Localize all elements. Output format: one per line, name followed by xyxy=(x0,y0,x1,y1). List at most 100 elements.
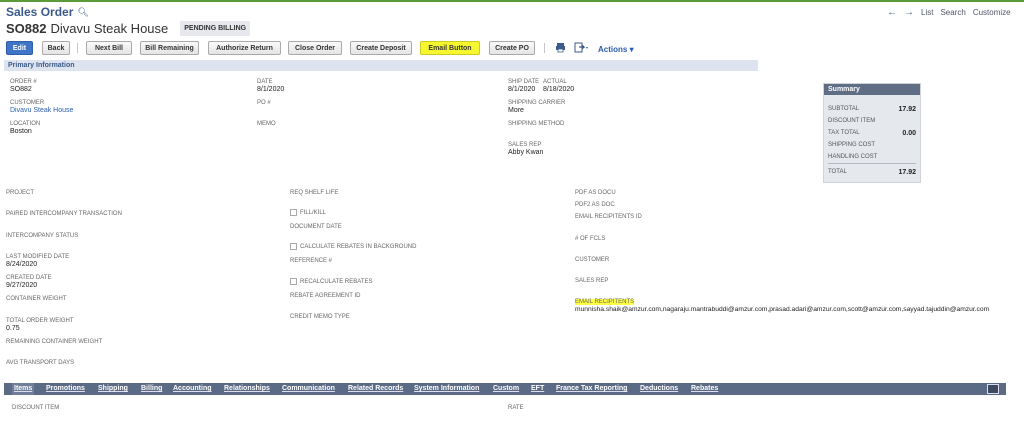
tab-accounting[interactable]: Accounting xyxy=(173,383,212,395)
top-right-nav: ← → List Search Customize xyxy=(887,7,1011,18)
create-po-button[interactable]: Create PO xyxy=(489,41,535,55)
primary-information-header[interactable]: Primary Information xyxy=(4,60,758,71)
location-label: LOCATION xyxy=(10,121,41,127)
customer-link[interactable]: Divavu Steak House xyxy=(10,107,73,114)
customer-label-2: CUSTOMER xyxy=(575,257,610,263)
record-number: SO882 xyxy=(6,21,47,36)
tab-france-tax-reporting[interactable]: France Tax Reporting xyxy=(556,383,627,395)
total-value: 17.92 xyxy=(898,169,916,176)
edit-button[interactable]: Edit xyxy=(6,41,33,55)
project-label: PROJECT xyxy=(6,190,35,196)
top-accent-line xyxy=(0,0,1024,2)
handling-cost-label: HANDLING COST xyxy=(828,154,878,160)
actual-label: ACTUAL xyxy=(543,79,567,85)
search-link[interactable]: Search xyxy=(940,8,965,17)
last-modified-label: LAST MODIFIED DATE xyxy=(6,254,70,260)
forward-arrow-icon[interactable]: → xyxy=(904,7,914,18)
tab-shipping[interactable]: Shipping xyxy=(98,383,128,395)
total-order-weight-value: 0.75 xyxy=(6,325,20,332)
tab-relationships[interactable]: Relationships xyxy=(224,383,270,395)
actions-label: Actions xyxy=(598,45,628,54)
shipping-carrier-label: SHIPPING CARRIER xyxy=(508,100,566,106)
shipping-carrier-value: More xyxy=(508,107,524,114)
actual-date-value: 8/18/2020 xyxy=(543,86,575,93)
created-date-value: 9/27/2020 xyxy=(6,282,38,289)
recalculate-rebates-checkbox[interactable] xyxy=(290,278,297,285)
status-badge: PENDING BILLING xyxy=(180,21,251,36)
date-label: DATE xyxy=(257,79,273,85)
tax-row: TAX TOTAL 0.00 xyxy=(828,130,916,137)
rebate-agreement-label: REBATE AGREEMENT ID xyxy=(290,293,361,299)
tab-related-records[interactable]: Related Records xyxy=(348,383,403,395)
collapse-icon[interactable] xyxy=(987,384,999,394)
number-of-fcls-label: # OF FCLS xyxy=(575,236,606,242)
tab-billing[interactable]: Billing xyxy=(141,383,162,395)
ship-date-label: SHIP DATE xyxy=(508,79,540,85)
record-name: Divavu Steak House xyxy=(50,21,169,36)
back-button[interactable]: Back xyxy=(42,41,70,55)
req-shelf-life-label: REQ SHELF LIFE xyxy=(290,190,339,196)
summary-box: Summary SUBTOTAL 17.92 DISCOUNT ITEM TAX … xyxy=(823,83,921,183)
tab-deductions[interactable]: Deductions xyxy=(640,383,678,395)
subtotal-row: SUBTOTAL 17.92 xyxy=(828,106,916,113)
tab-items[interactable]: Items xyxy=(12,383,35,395)
last-modified-value: 8/24/2020 xyxy=(6,261,38,268)
paired-intercompany-label: PAIRED INTERCOMPANY TRANSACTION xyxy=(6,211,122,217)
tab-rebates[interactable]: Rebates xyxy=(691,383,718,395)
fill-kill-field: FILL/KILL xyxy=(290,209,326,216)
tab-promotions[interactable]: Promotions xyxy=(46,383,85,395)
total-order-weight-label: TOTAL ORDER WEIGHT xyxy=(6,318,74,324)
search-icon[interactable]: 🔍︎ xyxy=(77,7,88,18)
email-recipients-label: EMAIL RECIPITENTS xyxy=(575,299,635,305)
discount-item-label: DISCOUNT ITEM xyxy=(828,118,876,124)
bill-remaining-button[interactable]: Bill Remaining xyxy=(140,41,199,55)
email-recipients-value: munnisha.shaik@amzur.com,nagaraju.mantra… xyxy=(575,306,990,313)
customize-link[interactable]: Customize xyxy=(973,8,1011,17)
authorize-return-button[interactable]: Authorize Return xyxy=(208,41,281,55)
record-type-header: Sales Order 🔍︎ xyxy=(6,5,89,19)
toolbar-divider xyxy=(544,43,545,53)
tab-eft[interactable]: EFT xyxy=(531,383,544,395)
location-value: Boston xyxy=(10,128,32,135)
document-date-label: DOCUMENT DATE xyxy=(290,224,342,230)
intercompany-status-label: INTERCOMPANY STATUS xyxy=(6,233,79,239)
order-number-label: ORDER # xyxy=(10,79,37,85)
date-value: 8/1/2020 xyxy=(257,86,285,93)
tab-communication[interactable]: Communication xyxy=(282,383,335,395)
fill-kill-label: FILL/KILL xyxy=(300,209,327,216)
record-type-title: Sales Order xyxy=(6,5,74,19)
total-row: TOTAL 17.92 xyxy=(828,169,916,176)
print-icon[interactable] xyxy=(555,42,566,55)
tax-total-value: 0.00 xyxy=(902,130,916,137)
handling-row: HANDLING COST xyxy=(828,154,916,160)
create-deposit-button[interactable]: Create Deposit xyxy=(350,41,412,55)
sales-rep-label: SALES REP xyxy=(508,142,542,148)
fill-kill-checkbox[interactable] xyxy=(290,209,297,216)
summary-title: Summary xyxy=(824,84,920,95)
calculate-rebates-checkbox[interactable] xyxy=(290,243,297,250)
next-bill-button[interactable]: Next Bill xyxy=(86,41,132,55)
chevron-down-icon: ▾ xyxy=(629,45,634,54)
tab-custom[interactable]: Custom xyxy=(493,383,519,395)
shipping-row: SHIPPING COST xyxy=(828,142,916,148)
container-weight-label: CONTAINER WEIGHT xyxy=(6,296,67,302)
close-order-button[interactable]: Close Order xyxy=(288,41,342,55)
subtab-bar: Items Promotions Shipping Billing Accoun… xyxy=(4,383,1006,395)
avg-transport-days-label: AVG TRANSPORT DAYS xyxy=(6,360,75,366)
record-heading: SO882 Divavu Steak House PENDING BILLING xyxy=(6,21,251,36)
email-button[interactable]: Email Button xyxy=(420,41,480,55)
actions-menu[interactable]: Actions ▾ xyxy=(598,45,634,54)
created-date-label: CREATED DATE xyxy=(6,275,52,281)
tab-system-information[interactable]: System Information xyxy=(414,383,479,395)
document-menu-icon[interactable] xyxy=(574,42,590,55)
list-link[interactable]: List xyxy=(921,8,933,17)
pdf-as-docu-label: PDF AS DOCU xyxy=(575,190,616,196)
total-label: TOTAL xyxy=(828,169,847,175)
customer-label: CUSTOMER xyxy=(10,100,45,106)
memo-label: MEMO xyxy=(257,121,276,127)
pdf2-as-doc-label: PDF2 AS DOC xyxy=(575,202,615,208)
discount-item-column-label: DISCOUNT ITEM xyxy=(12,405,60,411)
back-arrow-icon[interactable]: ← xyxy=(887,7,897,18)
subtotal-label: SUBTOTAL xyxy=(828,106,860,112)
email-recipients-id-label: EMAIL RECIPITENTS ID xyxy=(575,214,642,220)
